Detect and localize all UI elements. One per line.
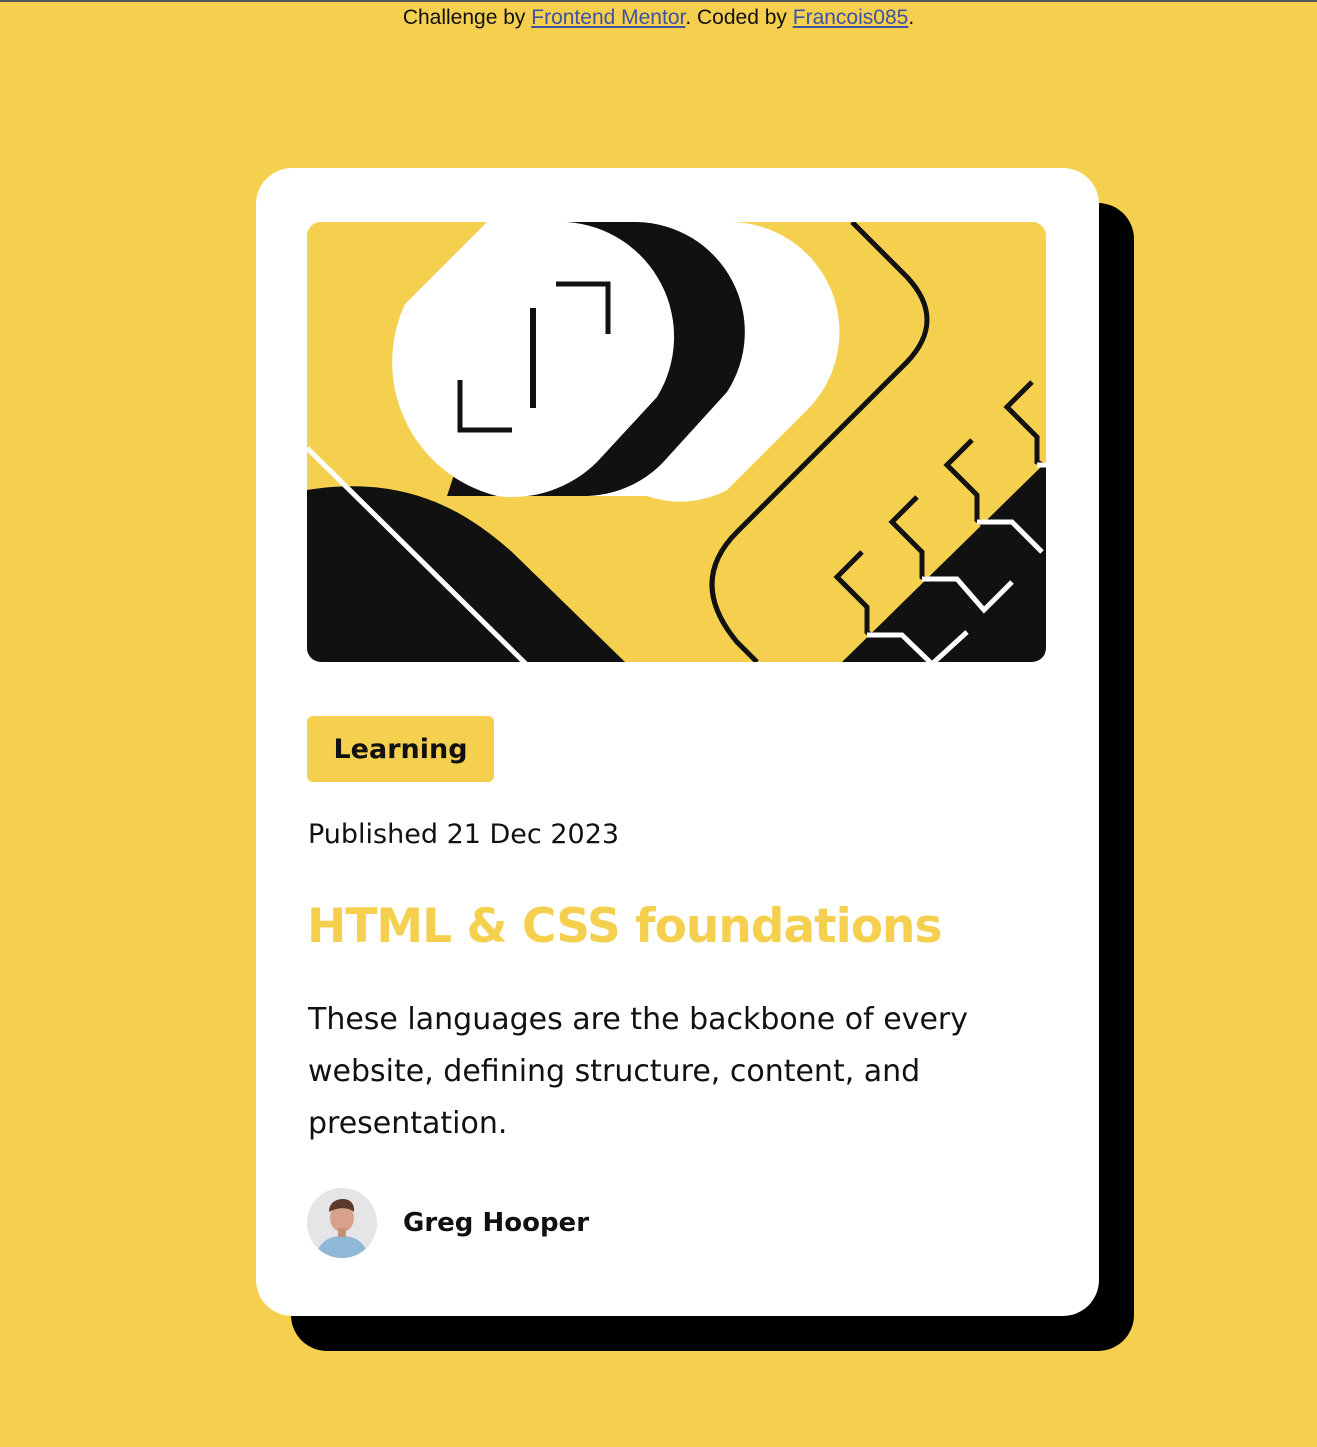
author-avatar — [307, 1188, 377, 1258]
frontend-mentor-link[interactable]: Frontend Mentor — [531, 6, 685, 29]
published-date: Published 21 Dec 2023 — [308, 819, 620, 850]
attribution-middle: . Coded by — [685, 6, 793, 29]
illustration-article-icon — [307, 222, 1046, 662]
article-description: These languages are the backbone of ever… — [308, 1002, 968, 1141]
top-rule — [0, 0, 1317, 2]
coder-link[interactable]: Francois085 — [793, 6, 909, 29]
category-badge: Learning — [307, 716, 494, 782]
attribution-prefix: Challenge by — [402, 6, 532, 29]
attribution: Challenge by Frontend Mentor. Coded by F… — [0, 5, 1317, 31]
avatar-icon — [307, 1188, 377, 1258]
article-title[interactable]: HTML & CSS foundations — [307, 894, 942, 960]
attribution-suffix: . — [908, 6, 915, 29]
illustration-article-image — [307, 222, 1046, 662]
blog-preview-card: Learning Published 21 Dec 2023 HTML & CS… — [256, 168, 1099, 1316]
author-name: Greg Hooper — [403, 1208, 590, 1238]
